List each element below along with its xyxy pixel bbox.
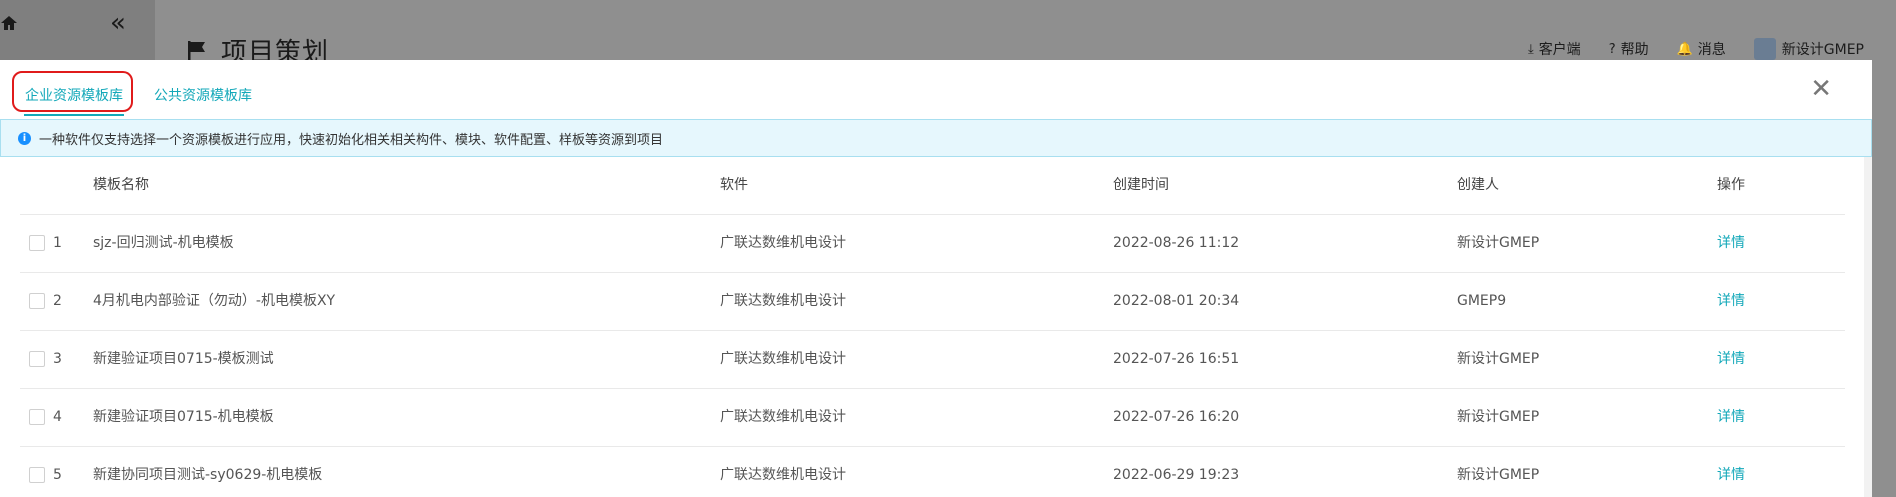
row-created-time: 2022-07-26 16:51 (1113, 351, 1240, 367)
row-checkbox[interactable] (29, 409, 45, 425)
sidebar-background: « (0, 0, 155, 60)
top-toolbar: ⤓ 客户端 ? 帮助 🔔 消息 新设计GMEP (1500, 38, 1864, 60)
row-index: 3 (53, 351, 62, 367)
row-template-name: sjz-回归测试-机电模板 (93, 235, 234, 251)
flag-icon (188, 40, 205, 62)
tab-enterprise-templates[interactable]: 企业资源模板库 (25, 85, 123, 105)
help-label: 帮助 (1620, 42, 1649, 58)
info-notice: i 一种软件仅支持选择一个资源模板进行应用，快速初始化相关相关构件、模块、软件配… (0, 119, 1872, 157)
row-template-name: 4月机电内部验证（勿动）-机电模板XY (93, 293, 336, 309)
bell-icon: 🔔 (1676, 41, 1693, 57)
row-creator: 新设计GMEP (1457, 467, 1540, 483)
row-template-name: 新建协同项目测试-sy0629-机电模板 (93, 467, 323, 483)
client-download-link[interactable]: ⤓ 客户端 (1528, 39, 1581, 59)
row-software: 广联达数维机电设计 (720, 293, 846, 309)
tab-public-templates[interactable]: 公共资源模板库 (154, 85, 252, 105)
help-icon: ? (1608, 41, 1616, 57)
row-template-name: 新建验证项目0715-模板测试 (93, 351, 274, 367)
row-software: 广联达数维机电设计 (720, 235, 846, 251)
row-software: 广联达数维机电设计 (720, 351, 846, 367)
avatar (1753, 38, 1776, 60)
row-details-link[interactable]: 详情 (1717, 389, 1745, 446)
table-row[interactable]: 1 sjz-回归测试-机电模板 广联达数维机电设计 2022-08-26 11:… (20, 215, 1845, 273)
header-software: 软件 (720, 177, 748, 193)
user-menu[interactable]: 新设计GMEP (1753, 38, 1864, 60)
tab-bar: 企业资源模板库 公共资源模板库 ✕ (0, 60, 1872, 118)
row-details-link[interactable]: 详情 (1717, 215, 1745, 272)
messages-label: 消息 (1697, 42, 1726, 58)
row-checkbox[interactable] (29, 293, 45, 309)
messages-link[interactable]: 🔔 消息 (1677, 39, 1726, 59)
row-details-link[interactable]: 详情 (1717, 273, 1745, 330)
user-name: 新设计GMEP (1781, 42, 1864, 58)
table-header: 模板名称 软件 创建时间 创建人 操作 (20, 157, 1845, 215)
row-software: 广联达数维机电设计 (720, 467, 846, 483)
client-label: 客户端 (1538, 42, 1581, 58)
row-created-time: 2022-08-01 20:34 (1113, 293, 1240, 309)
header-name: 模板名称 (93, 177, 149, 193)
row-created-time: 2022-07-26 16:20 (1113, 409, 1240, 425)
row-index: 5 (53, 467, 62, 483)
row-checkbox[interactable] (29, 235, 45, 251)
table-row[interactable]: 4 新建验证项目0715-机电模板 广联达数维机电设计 2022-07-26 1… (20, 389, 1845, 447)
table-row[interactable]: 2 4月机电内部验证（勿动）-机电模板XY 广联达数维机电设计 2022-08-… (20, 273, 1845, 331)
row-creator: 新设计GMEP (1457, 351, 1540, 367)
row-checkbox[interactable] (29, 351, 45, 367)
row-details-link[interactable]: 详情 (1717, 447, 1745, 497)
row-checkbox-cell (29, 273, 45, 330)
row-creator: 新设计GMEP (1457, 235, 1540, 251)
row-software: 广联达数维机电设计 (720, 409, 846, 425)
row-index: 1 (53, 235, 62, 251)
modal-scrollbar[interactable] (1864, 157, 1872, 497)
row-creator: 新设计GMEP (1457, 409, 1540, 425)
template-library-modal: 企业资源模板库 公共资源模板库 ✕ i 一种软件仅支持选择一个资源模板进行应用，… (0, 60, 1872, 497)
header-created-time: 创建时间 (1113, 177, 1169, 193)
row-creator: GMEP9 (1457, 293, 1507, 309)
row-created-time: 2022-08-26 11:12 (1113, 235, 1240, 251)
row-checkbox-cell (29, 215, 45, 272)
table-row[interactable]: 5 新建协同项目测试-sy0629-机电模板 广联达数维机电设计 2022-06… (20, 447, 1845, 497)
download-icon: ⤓ (1527, 41, 1534, 57)
help-link[interactable]: ? 帮助 (1609, 39, 1649, 59)
header-creator: 创建人 (1457, 177, 1499, 193)
row-created-time: 2022-06-29 19:23 (1113, 467, 1240, 483)
table-row[interactable]: 3 新建验证项目0715-模板测试 广联达数维机电设计 2022-07-26 1… (20, 331, 1845, 389)
header-action: 操作 (1717, 177, 1745, 193)
row-checkbox-cell (29, 447, 45, 497)
notice-text: 一种软件仅支持选择一个资源模板进行应用，快速初始化相关相关构件、模块、软件配置、… (39, 132, 664, 148)
row-checkbox-cell (29, 389, 45, 446)
close-icon[interactable]: ✕ (1810, 76, 1832, 102)
active-tab-underline (24, 114, 124, 116)
row-index: 2 (53, 293, 62, 309)
row-template-name: 新建验证项目0715-机电模板 (93, 409, 274, 425)
row-checkbox-cell (29, 331, 45, 388)
home-icon[interactable] (0, 14, 18, 32)
collapse-sidebar-icon[interactable]: « (110, 10, 126, 36)
template-table: 模板名称 软件 创建时间 创建人 操作 1 sjz-回归测试-机电模板 广联达数… (20, 157, 1845, 497)
row-index: 4 (53, 409, 62, 425)
info-icon: i (18, 131, 31, 145)
row-checkbox[interactable] (29, 467, 45, 483)
row-details-link[interactable]: 详情 (1717, 331, 1745, 388)
